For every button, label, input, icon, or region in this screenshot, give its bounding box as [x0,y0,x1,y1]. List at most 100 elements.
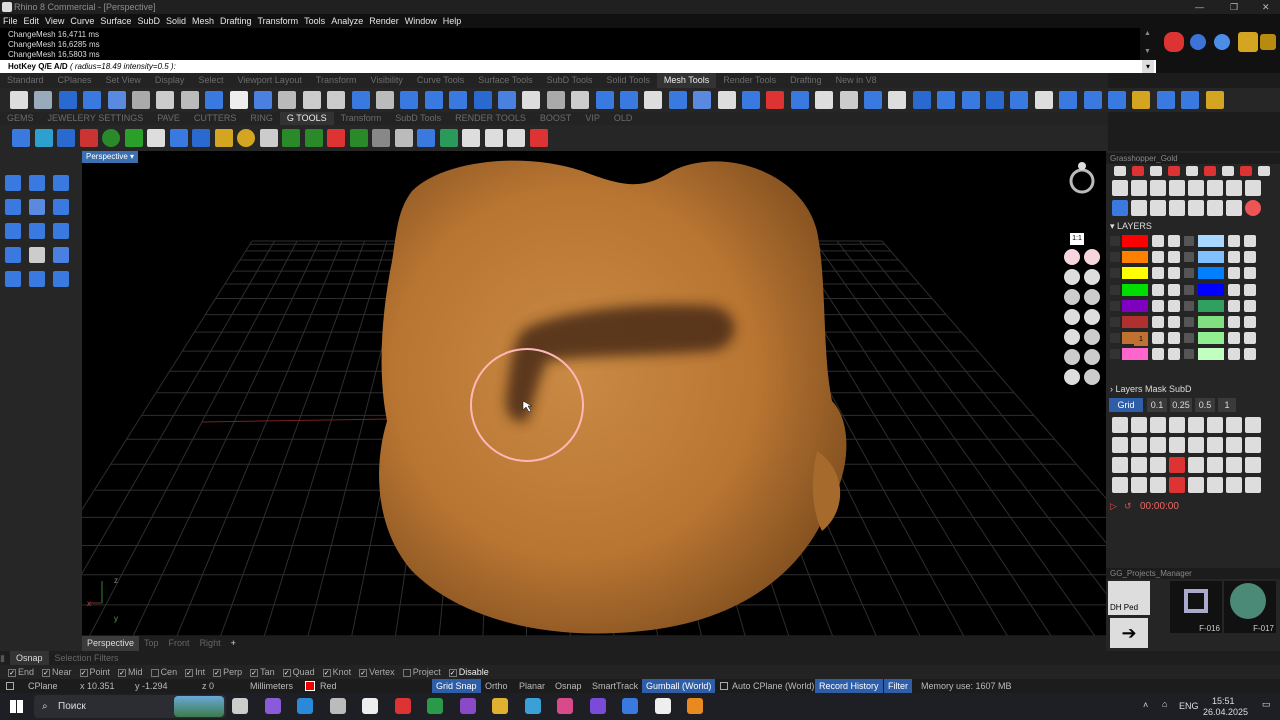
layer-color-swatch[interactable] [1198,348,1224,361]
command-dropdown-button[interactable]: ▾ [1142,60,1154,73]
mesh-tool-icon[interactable] [693,91,712,109]
layer-color-swatch[interactable] [1122,235,1148,247]
mesh-tool-icon[interactable] [766,91,785,109]
menu-transform[interactable]: Transform [255,14,302,28]
gh-tool-icon[interactable] [1258,166,1270,176]
mask-tool-icon[interactable] [1112,477,1128,493]
mesh-tool-icon[interactable] [473,91,492,109]
mesh-tool-icon[interactable] [1205,91,1224,109]
mesh-tool-icon[interactable] [595,91,614,109]
g-tool-icon[interactable] [349,129,368,147]
mask-tool-icon[interactable] [1169,437,1185,453]
tab-g-tools[interactable]: G TOOLS [279,112,334,125]
eye-icon[interactable] [1152,316,1164,328]
mesh-tool-icon[interactable] [156,91,175,109]
mask-tool-icon[interactable] [1207,457,1223,473]
osnap-near[interactable]: ✓ Near [42,665,72,679]
menu-mesh[interactable]: Mesh [189,14,217,28]
eye-icon[interactable] [1228,251,1240,264]
mesh-tool-icon[interactable] [888,91,907,109]
grid-0-5-button[interactable]: 0.5 [1195,398,1215,412]
viewport-tab-right[interactable]: Right [195,636,226,651]
mesh-tool-icon[interactable] [132,91,150,109]
tab-ring[interactable]: RING [243,112,280,125]
g-tool-icon[interactable] [192,129,210,147]
g-tool-icon[interactable] [417,129,435,147]
checkbox-icon[interactable]: ✓ [322,668,331,677]
mesh-tool-icon[interactable] [644,91,663,109]
cplane-indicator-icon[interactable] [6,682,14,690]
checkbox-icon[interactable]: ✓ [213,668,222,677]
mesh-tool-icon[interactable] [839,91,858,109]
lock-icon[interactable] [1244,251,1256,264]
viewport-side-tool-icon[interactable] [1084,269,1100,285]
menu-help[interactable]: Help [440,14,465,28]
g-tool-icon[interactable] [124,129,143,147]
left-tool-icon[interactable] [29,175,45,191]
gh-tool-icon[interactable] [1114,166,1126,176]
eye-icon[interactable] [1228,299,1240,312]
osnap-toggle[interactable]: Osnap [555,679,582,693]
menu-subd[interactable]: SubD [134,14,163,28]
checkbox-icon[interactable] [402,668,411,677]
mask-tool-icon[interactable] [1150,457,1166,473]
mesh-tool-icon[interactable] [498,91,516,109]
mask-tool-icon[interactable] [1169,417,1185,433]
mask-tool-icon[interactable] [1226,417,1242,433]
layer-color-swatch[interactable] [1198,267,1224,280]
scroll-down-icon[interactable]: ▼ [1144,48,1151,55]
tab-subd-tools-2[interactable]: SubD Tools [388,112,448,125]
minimize-button[interactable]: — [1195,0,1204,14]
tab-curve-tools[interactable]: Curve Tools [410,73,471,88]
tab-viewport-layout[interactable]: Viewport Layout [230,73,308,88]
left-tool-icon[interactable] [5,247,21,263]
mask-tool-icon[interactable] [1169,477,1185,493]
layer-checkbox[interactable] [1184,284,1194,295]
mesh-tool-icon[interactable] [449,91,468,109]
gold-bars-icon[interactable] [1260,34,1276,50]
osnap-end[interactable]: ✓ End [8,665,34,679]
checkbox-icon[interactable]: ✓ [250,668,259,677]
gh-tool-icon[interactable] [1132,166,1144,176]
viewport-side-tool-icon[interactable] [1064,269,1080,285]
mesh-tool-icon[interactable] [278,91,297,109]
gh-tool-icon[interactable] [1207,200,1223,216]
ortho-toggle[interactable]: Ortho [485,679,508,693]
telegram-icon[interactable] [524,698,541,714]
menu-analyze[interactable]: Analyze [328,14,366,28]
grid-0-1-button[interactable]: 0.1 [1147,398,1167,412]
grid-button[interactable]: Grid [1109,398,1143,412]
left-tool-icon[interactable] [5,199,21,215]
gh-tool-icon[interactable] [1204,166,1216,176]
grid-0-25-button[interactable]: 0.25 [1170,398,1192,412]
checkbox-icon[interactable]: ✓ [42,668,51,677]
menu-file[interactable]: File [0,14,21,28]
layers-header[interactable]: ▾ LAYERS [1110,221,1152,232]
mask-tool-icon[interactable] [1150,477,1166,493]
close-button[interactable]: ✕ [1262,0,1270,14]
viewport-scene[interactable]: z x y [82,151,1106,636]
eye-icon[interactable] [1228,283,1240,296]
language-indicator[interactable]: ENG [1179,701,1199,711]
tab-standard[interactable]: Standard [0,73,51,88]
mask-tool-icon[interactable] [1207,417,1223,433]
eye-icon[interactable] [1228,332,1240,345]
record-history-toggle[interactable]: Record History [815,679,883,693]
viewport-label[interactable]: Perspective ▾ [82,151,139,163]
mask-tool-icon[interactable] [1169,457,1185,473]
rhino-icon[interactable] [362,698,378,714]
tab-display[interactable]: Display [148,73,192,88]
gh-tool-icon[interactable] [1245,200,1261,216]
viewport-side-tool-icon[interactable] [1064,349,1080,365]
gh-tool-icon[interactable] [1169,200,1185,216]
eye-icon[interactable] [1152,348,1164,361]
clock-time[interactable]: 15:51 [1212,696,1235,706]
gh-tool-icon[interactable] [1226,180,1242,196]
mesh-tool-icon[interactable] [107,91,126,109]
lock-icon[interactable] [1168,267,1180,280]
viewport-side-tool-icon[interactable] [1084,329,1100,345]
layer-checkbox[interactable] [1110,317,1120,327]
mask-header[interactable]: › Layers Mask SubD [1110,384,1192,395]
layer-color-swatch[interactable] [1198,251,1224,264]
viewport-side-tool-icon[interactable] [1064,329,1080,345]
